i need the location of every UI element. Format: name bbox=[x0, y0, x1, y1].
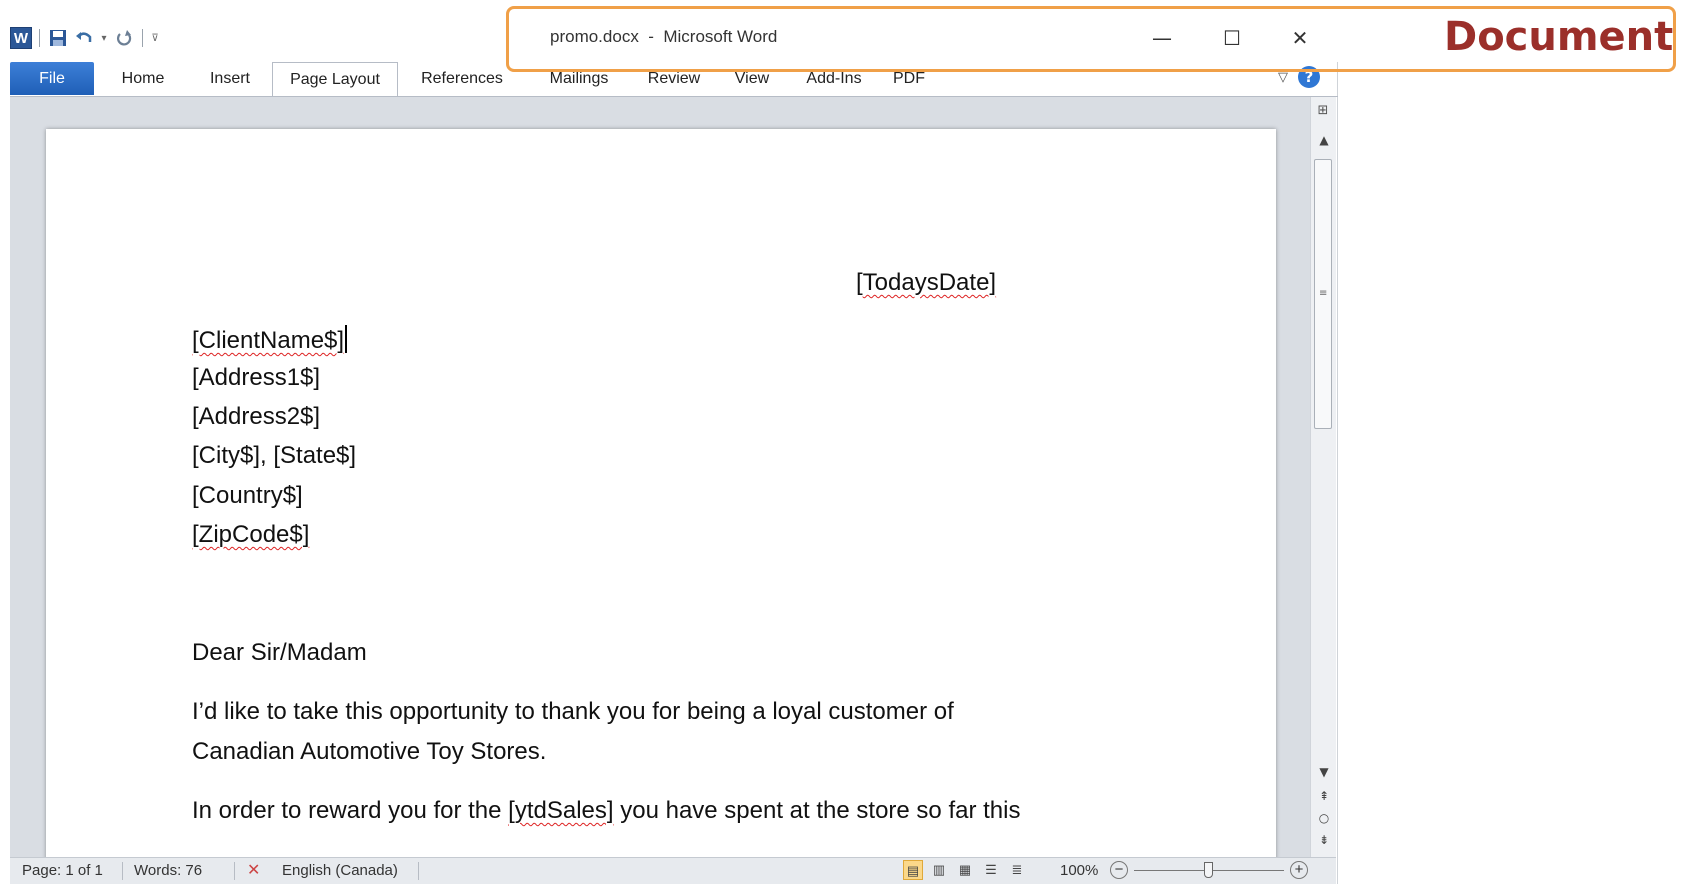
address-line-zipcode[interactable]: [ZipCode$] bbox=[192, 521, 309, 549]
proofing-errors-icon[interactable]: ✕ bbox=[247, 860, 260, 880]
scroll-grip-icon: ≡ bbox=[1319, 288, 1328, 299]
date-field[interactable]: [TodaysDate] bbox=[856, 269, 996, 297]
word-window: W ▾ ⊽ promo.docx - Microsoft Word — ☐ ✕ bbox=[0, 0, 1338, 884]
undo-icon[interactable] bbox=[73, 27, 95, 49]
qat-separator bbox=[142, 29, 143, 47]
ribbon-right-controls: ▽ ? bbox=[1278, 66, 1320, 88]
undo-dropdown-icon[interactable]: ▾ bbox=[99, 27, 109, 49]
scroll-thumb[interactable]: ≡ bbox=[1314, 159, 1332, 429]
status-divider bbox=[122, 862, 123, 880]
status-divider bbox=[234, 862, 235, 880]
vertical-scrollbar[interactable]: ⊞ ▲ ≡ ▼ ⇞ ○ ⇟ bbox=[1310, 97, 1336, 857]
zoom-in-icon[interactable]: + bbox=[1290, 861, 1308, 879]
paragraph-1-line-1[interactable]: I’d like to take this opportunity to tha… bbox=[192, 698, 954, 726]
date-field-text: TodaysDate] bbox=[862, 269, 997, 296]
minimize-button[interactable]: — bbox=[1142, 22, 1182, 54]
tab-review[interactable]: Review bbox=[634, 62, 714, 95]
customize-qat-icon[interactable]: ⊽ bbox=[150, 27, 160, 49]
maximize-button[interactable]: ☐ bbox=[1212, 22, 1252, 54]
browse-object-icon[interactable]: ○ bbox=[1311, 811, 1337, 825]
word-count[interactable]: Words: 76 bbox=[134, 862, 202, 879]
address-line-client-name[interactable]: [ClientName$] bbox=[192, 325, 348, 355]
tab-pdf[interactable]: PDF bbox=[878, 62, 940, 95]
zoom-out-icon[interactable]: − bbox=[1110, 861, 1128, 879]
view-ruler-icon[interactable]: ⊞ bbox=[1314, 103, 1332, 121]
status-bar: Page: 1 of 1 Words: 76 ✕ English (Canada… bbox=[10, 857, 1336, 884]
next-page-icon[interactable]: ⇟ bbox=[1311, 833, 1337, 847]
tab-mailings[interactable]: Mailings bbox=[534, 62, 624, 95]
text-cursor bbox=[345, 325, 348, 353]
address-line-address1[interactable]: [Address1$] bbox=[192, 364, 320, 392]
ytd-sales-field: [ytdSales] bbox=[508, 797, 614, 824]
document-area[interactable]: [TodaysDate] [ClientName$] [Address1$] [… bbox=[10, 97, 1310, 857]
maximize-icon: ☐ bbox=[1223, 26, 1241, 50]
zoom-level[interactable]: 100% bbox=[1060, 862, 1098, 879]
word-app-icon[interactable]: W bbox=[10, 27, 32, 49]
paragraph-2-suffix: you have spent at the store so far this bbox=[613, 797, 1021, 824]
previous-page-icon[interactable]: ⇞ bbox=[1311, 789, 1337, 803]
tab-file[interactable]: File bbox=[10, 62, 94, 95]
ribbon-tabs: File Home Insert Page Layout References … bbox=[10, 62, 1338, 97]
quick-access-toolbar: W ▾ ⊽ bbox=[10, 26, 160, 50]
paragraph-2-line-1[interactable]: In order to reward you for the [ytdSales… bbox=[192, 797, 1020, 825]
paragraph-1-line-2[interactable]: Canadian Automotive Toy Stores. bbox=[192, 738, 546, 766]
document-page[interactable]: [TodaysDate] [ClientName$] [Address1$] [… bbox=[46, 129, 1276, 857]
window-title: promo.docx - Microsoft Word bbox=[550, 27, 778, 46]
full-screen-reading-icon[interactable]: ▥ bbox=[929, 860, 949, 880]
address-text: [ZipCode$] bbox=[192, 521, 310, 548]
page-count[interactable]: Page: 1 of 1 bbox=[22, 862, 103, 879]
web-layout-icon[interactable]: ▦ bbox=[955, 860, 975, 880]
scroll-down-icon[interactable]: ▼ bbox=[1311, 765, 1337, 779]
paragraph-2-prefix: In order to reward you for the bbox=[192, 797, 509, 824]
status-divider bbox=[418, 862, 419, 880]
scroll-up-icon[interactable]: ▲ bbox=[1311, 133, 1337, 147]
address-text: [ClientName$] bbox=[192, 327, 345, 354]
close-icon: ✕ bbox=[1291, 26, 1309, 50]
tab-add-ins[interactable]: Add-Ins bbox=[792, 62, 876, 95]
address-line-address2[interactable]: [Address2$] bbox=[192, 403, 320, 431]
tab-home[interactable]: Home bbox=[108, 62, 178, 95]
view-buttons: ▤ ▥ ▦ ☰ ≣ bbox=[903, 860, 1027, 880]
address-line-city-state[interactable]: [City$], [State$] bbox=[192, 442, 356, 470]
minimize-icon: — bbox=[1152, 26, 1172, 50]
draft-icon[interactable]: ≣ bbox=[1007, 860, 1027, 880]
tab-page-layout[interactable]: Page Layout bbox=[272, 62, 398, 97]
zoom-slider-thumb[interactable] bbox=[1204, 862, 1213, 878]
redo-icon[interactable] bbox=[113, 27, 135, 49]
language-indicator[interactable]: English (Canada) bbox=[282, 862, 398, 879]
annotation-label: Document bbox=[1444, 14, 1674, 60]
address-line-country[interactable]: [Country$] bbox=[192, 482, 303, 510]
tab-insert[interactable]: Insert bbox=[194, 62, 266, 95]
tab-references[interactable]: References bbox=[408, 62, 516, 95]
title-bar: W ▾ ⊽ promo.docx - Microsoft Word — ☐ ✕ bbox=[0, 0, 1338, 62]
outline-icon[interactable]: ☰ bbox=[981, 860, 1001, 880]
print-layout-icon[interactable]: ▤ bbox=[903, 860, 923, 880]
close-button[interactable]: ✕ bbox=[1280, 22, 1320, 54]
qat-separator bbox=[39, 29, 40, 47]
tab-view[interactable]: View bbox=[722, 62, 782, 95]
ribbon-minimize-icon[interactable]: ▽ bbox=[1278, 70, 1288, 85]
salutation[interactable]: Dear Sir/Madam bbox=[192, 639, 367, 667]
save-icon[interactable] bbox=[47, 27, 69, 49]
help-icon[interactable]: ? bbox=[1298, 66, 1320, 88]
